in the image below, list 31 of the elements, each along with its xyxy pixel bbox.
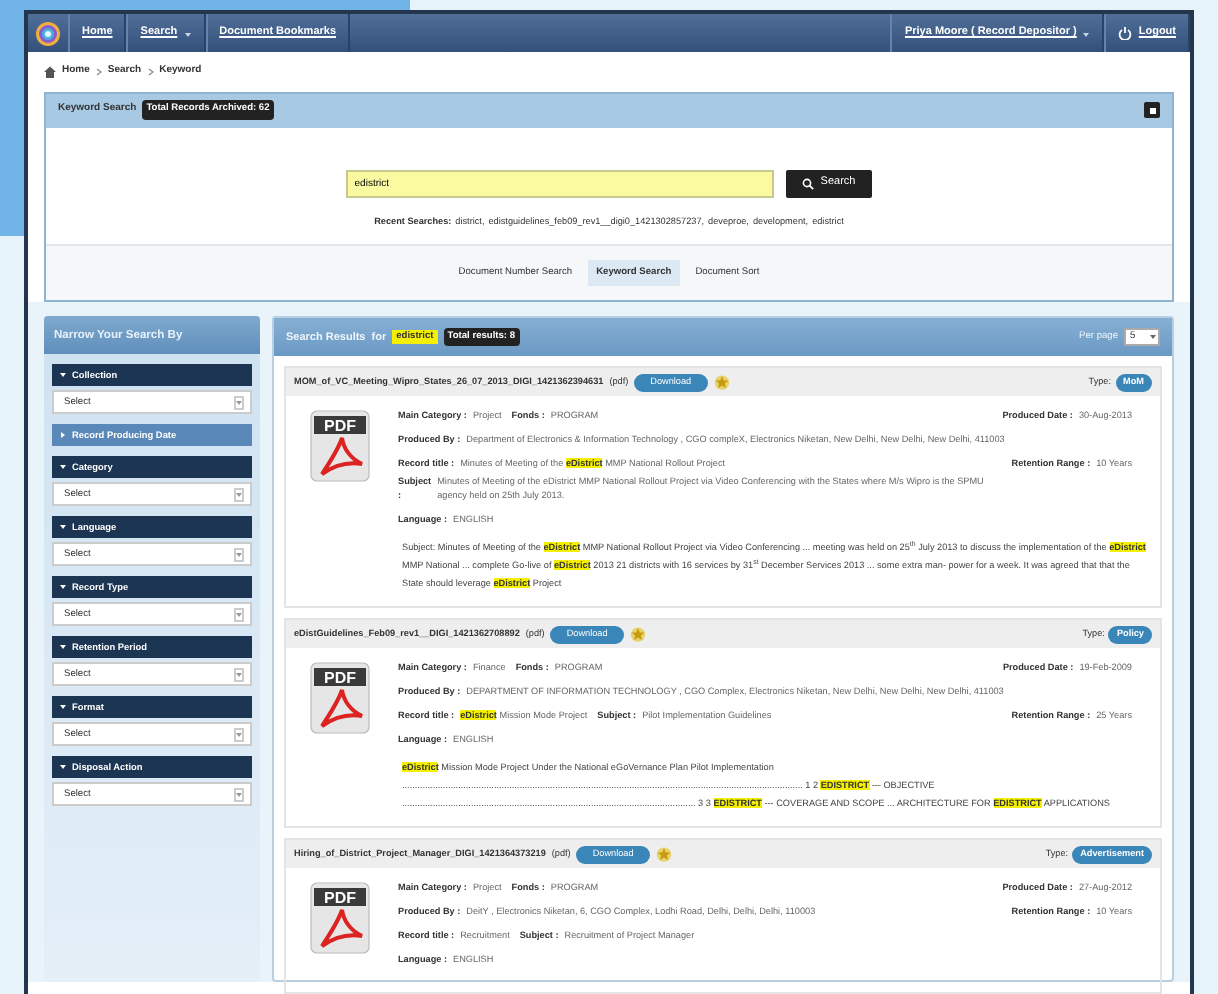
star-icon[interactable] [629,626,646,643]
caret-icon [236,551,242,558]
search-icon [802,177,815,189]
caret-icon [60,524,66,531]
star-icon[interactable] [655,846,672,863]
caret-icon [60,644,66,651]
caret-icon [1082,29,1091,37]
caret-icon [236,731,242,738]
caret-icon [60,464,66,471]
pdf-file-icon: PDF [310,662,370,735]
pdf-file-icon: PDF [310,410,370,483]
chevron-icon [95,67,102,76]
pdf-file-icon: PDF [310,882,370,955]
home-icon [44,65,56,78]
power-icon [1118,26,1133,40]
caret-icon [236,791,242,798]
logo-icon [34,19,62,47]
caret-icon [236,611,242,618]
chevron-icon [147,67,154,76]
caret-icon [60,584,66,591]
caret-icon [236,491,242,498]
caret-icon [1150,333,1156,340]
caret-icon [60,764,66,771]
caret-icon [236,671,242,678]
caret-icon [60,704,66,711]
square-icon [1149,107,1155,113]
caret-icon [60,372,66,379]
caret-icon [60,432,66,439]
caret-icon [236,399,242,406]
star-icon[interactable] [713,374,730,391]
collapse-button[interactable] [1144,102,1160,118]
